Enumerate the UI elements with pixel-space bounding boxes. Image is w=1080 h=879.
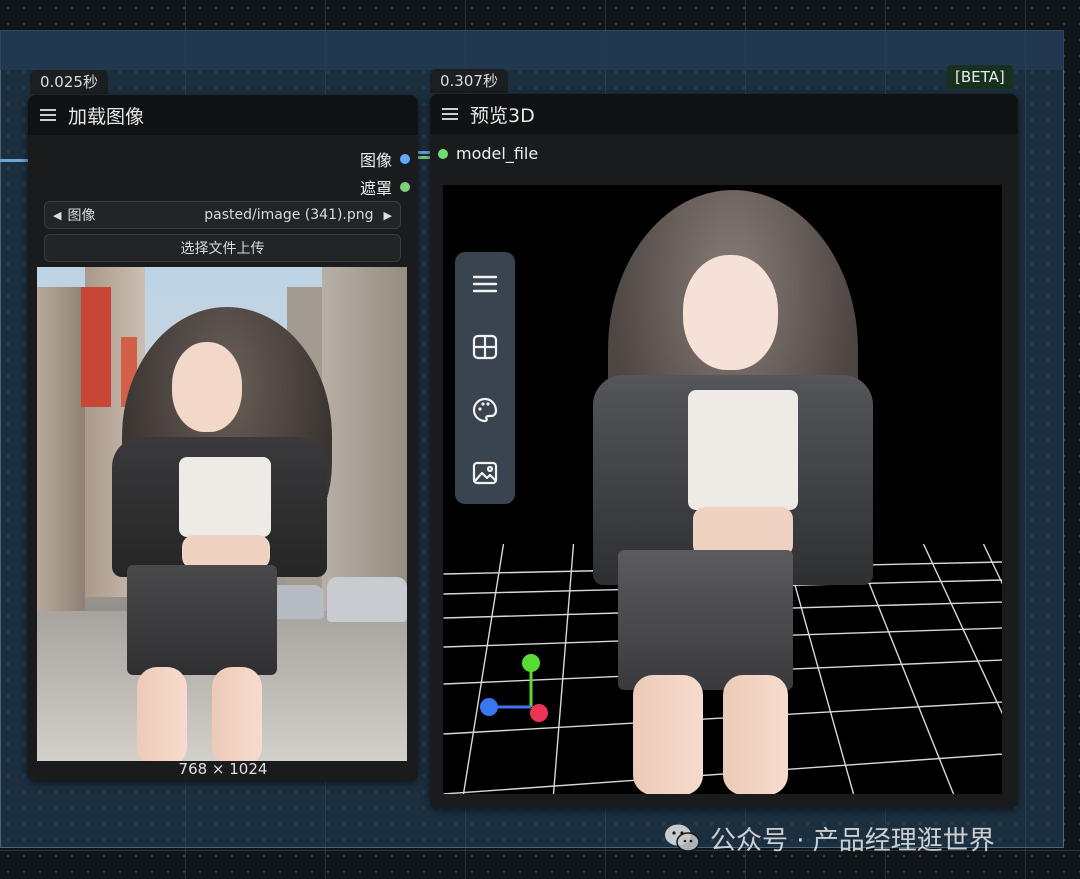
link-wire: [417, 156, 431, 159]
node-menu-icon[interactable]: [442, 108, 458, 120]
character-waist: [182, 535, 270, 569]
character-top: [179, 457, 271, 537]
beta-badge: [BETA]: [947, 65, 1013, 89]
link-wire: [417, 151, 431, 154]
menu-icon[interactable]: [465, 264, 505, 304]
node-title: 加载图像: [68, 105, 145, 128]
combo-value: pasted/image (341).png: [204, 207, 374, 223]
upload-button-label: 选择文件上传: [180, 241, 265, 257]
node-title: 预览3D: [470, 104, 535, 127]
node-group-header[interactable]: [0, 30, 1064, 70]
layout-grid-icon[interactable]: [465, 327, 505, 367]
image-select-combo[interactable]: ◀ 图像 pasted/image (341).png ▶: [44, 201, 401, 229]
input-link-wire: [0, 159, 28, 162]
image-dimensions: 768 × 1024: [178, 760, 268, 778]
viewport-toolbar: [455, 252, 515, 504]
input-label: model_file: [456, 144, 539, 163]
node-header[interactable]: 预览3D: [430, 94, 1018, 134]
upload-file-button[interactable]: 选择文件上传: [44, 234, 401, 262]
output-label: 图像: [359, 151, 392, 170]
wechat-watermark: 公众号 · 产品经理逛世界: [664, 818, 995, 858]
character-face: [172, 342, 242, 432]
z-axis-handle[interactable]: [480, 698, 498, 716]
axis-gizmo[interactable]: [471, 647, 561, 727]
combo-next-arrow-icon[interactable]: ▶: [384, 209, 392, 222]
node-menu-icon[interactable]: [40, 109, 56, 121]
character-shorts: [127, 565, 277, 675]
model-shorts: [618, 550, 793, 690]
combo-prev-arrow-icon[interactable]: ◀: [53, 209, 61, 222]
y-axis-handle[interactable]: [522, 654, 540, 672]
load-image-node[interactable]: 加载图像 图像 遮罩 ◀ 图像 pasted/image (341).png ▶…: [28, 95, 418, 781]
execution-time-badge: 0.025秒: [30, 70, 108, 94]
x-axis-handle[interactable]: [530, 704, 548, 722]
photo-car: [327, 577, 407, 622]
3d-viewport[interactable]: [443, 185, 1002, 794]
input-slot-model-file[interactable]: model_file: [438, 144, 538, 163]
character-leg: [137, 667, 187, 761]
wechat-logo-icon: [665, 824, 700, 852]
input-dot[interactable]: [438, 148, 448, 159]
combo-label: 图像: [67, 208, 96, 224]
output-dot[interactable]: [400, 182, 410, 192]
palette-icon[interactable]: [465, 390, 505, 430]
output-slot-image[interactable]: 图像: [360, 147, 410, 171]
photo-sign: [81, 287, 111, 407]
image-preview[interactable]: [37, 267, 407, 761]
character-leg: [212, 667, 262, 761]
model-top: [688, 390, 798, 510]
execution-time-badge: 0.307秒: [430, 69, 508, 93]
image-icon[interactable]: [465, 453, 505, 493]
model-leg: [633, 675, 703, 794]
output-label: 遮罩: [359, 179, 392, 198]
output-dot[interactable]: [400, 154, 410, 164]
preview-3d-node[interactable]: 预览3D model_file: [430, 94, 1018, 808]
watermark-text: 公众号 · 产品经理逛世界: [710, 825, 995, 856]
node-header[interactable]: 加载图像: [28, 95, 418, 135]
output-slot-mask[interactable]: 遮罩: [360, 175, 410, 199]
model-leg: [723, 675, 788, 794]
model-face: [683, 255, 778, 370]
